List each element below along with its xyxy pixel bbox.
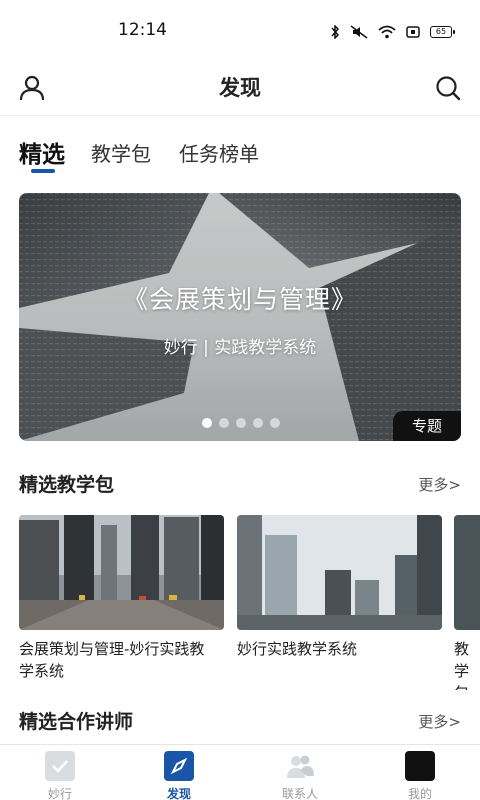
nav-label: 妙行 — [47, 787, 72, 800]
more-teachers-link[interactable]: 更多> — [418, 711, 461, 732]
app-header: 发现 — [0, 60, 480, 116]
category-tabs: 精选 教学包 任务榜单 — [0, 132, 480, 178]
search-icon — [436, 76, 461, 101]
carousel-dot[interactable] — [219, 418, 229, 428]
section-title: 精选教学包 — [19, 474, 115, 496]
nav-label: 联系人 — [281, 787, 318, 800]
mute-icon — [350, 25, 368, 39]
tab-task-ranking[interactable]: 任务榜单 — [179, 138, 259, 167]
contacts-icon — [285, 751, 315, 781]
carousel-dot[interactable] — [236, 418, 246, 428]
tab-teaching-packages[interactable]: 教学包 — [91, 138, 151, 167]
package-carousel: 会展策划与管理-妙行实践教学系统 妙行实践教学系统 教学 — [19, 515, 480, 690]
nav-label: 发现 — [166, 787, 191, 800]
status-icons: 65 — [330, 22, 455, 42]
package-card[interactable]: 教学包标 — [454, 515, 480, 690]
status-time: 12:14 — [118, 20, 167, 40]
carousel-dots — [202, 418, 280, 428]
package-title: 教学包标 — [454, 640, 470, 690]
battery-icon: 65 — [430, 26, 455, 38]
discover-screen: 12:14 65 发现 精选 教学包 任务榜单 《会展策划与管理》 妙行 | 实… — [0, 0, 480, 800]
featured-packages-header: 精选教学包 更多> — [19, 470, 461, 500]
status-bar: 12:14 65 — [0, 0, 480, 60]
featured-banner[interactable]: 《会展策划与管理》 妙行 | 实践教学系统 专题 — [19, 193, 461, 441]
compass-icon — [164, 751, 194, 781]
avatar — [405, 751, 435, 781]
carousel-dot[interactable] — [270, 418, 280, 428]
carousel-dot[interactable] — [253, 418, 263, 428]
package-card[interactable]: 妙行实践教学系统 — [237, 515, 442, 660]
nav-item-discover[interactable]: 发现 — [149, 751, 209, 800]
topic-badge: 专题 — [393, 411, 461, 441]
nfc-icon — [406, 26, 420, 38]
clipboard-check-icon — [45, 751, 75, 781]
nav-item-mine[interactable]: 我的 — [390, 751, 450, 800]
banner-title: 《会展策划与管理》 — [122, 285, 357, 314]
package-card[interactable]: 会展策划与管理-妙行实践教学系统 — [19, 515, 224, 682]
package-title: 妙行实践教学系统 — [237, 640, 358, 658]
nav-item-miaoxing[interactable]: 妙行 — [30, 751, 90, 800]
nav-item-contacts[interactable]: 联系人 — [270, 751, 330, 800]
page-title: 发现 — [219, 76, 261, 100]
more-packages-link[interactable]: 更多> — [418, 474, 461, 495]
banner-image — [19, 193, 461, 441]
featured-teachers-header: 精选合作讲师 更多> — [19, 707, 461, 737]
tab-featured[interactable]: 精选 — [19, 135, 65, 169]
banner-subtitle: 妙行 | 实践教学系统 — [163, 338, 317, 358]
package-thumbnail — [19, 515, 224, 630]
carousel-dot[interactable] — [202, 418, 212, 428]
package-thumbnail — [454, 515, 480, 630]
package-thumbnail — [237, 515, 442, 630]
bluetooth-icon — [331, 25, 340, 39]
nav-label: 我的 — [407, 787, 432, 800]
section-title: 精选合作讲师 — [19, 711, 134, 733]
bottom-navigation: 妙行 发现 联系人 我的 — [0, 744, 480, 800]
search-button[interactable] — [434, 74, 462, 102]
tab-indicator — [31, 169, 55, 173]
wifi-icon — [378, 25, 396, 39]
package-title: 会展策划与管理-妙行实践教学系统 — [19, 640, 205, 680]
